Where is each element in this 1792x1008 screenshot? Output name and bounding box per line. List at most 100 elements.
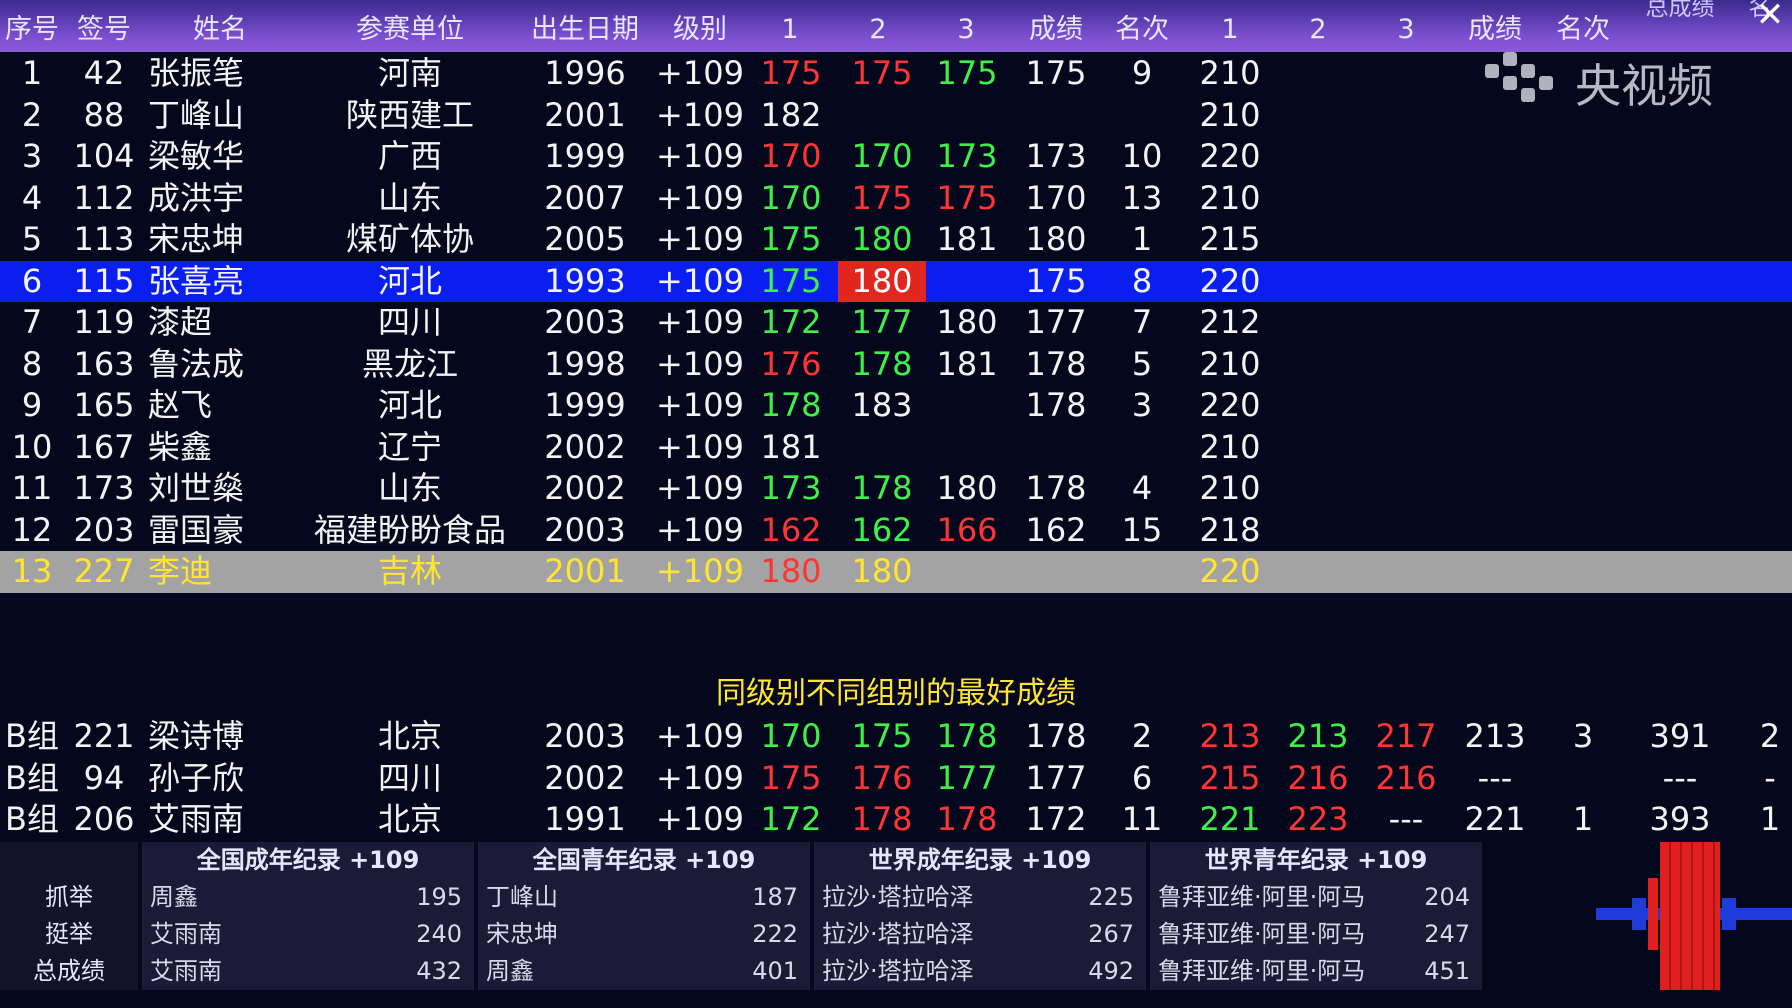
cell-cls: +109 bbox=[656, 344, 744, 383]
cell-c1: 210 bbox=[1199, 54, 1261, 92]
cell-s2: 178 bbox=[851, 469, 913, 507]
cell-rank: 13 bbox=[1121, 178, 1163, 217]
cell-s3 bbox=[926, 551, 1008, 593]
cell-s3 bbox=[926, 385, 1008, 427]
group-cell-cjrank bbox=[1540, 758, 1626, 800]
record-holder: 艾雨南 bbox=[150, 920, 222, 948]
table-row[interactable]: 9 165 赵飞 河北 1999 +109 178 183 178 3 220 bbox=[0, 385, 1792, 427]
group-cell-s3: 178 bbox=[936, 717, 998, 755]
group-cell-name: 梁诗博 bbox=[148, 717, 245, 755]
group-row[interactable]: B组 206 艾雨南 北京 1991 +109 172 178 178 172 11 221 223 --… bbox=[0, 799, 1792, 841]
group-cell-cj3: 217 bbox=[1375, 717, 1437, 755]
group-cell-unit: 北京 bbox=[377, 717, 442, 755]
cell-best: 178 bbox=[1025, 386, 1087, 424]
group-row[interactable]: B组 94 孙子欣 四川 2002 +109 175 176 177 177 6 215 216 216 -… bbox=[0, 758, 1792, 800]
group-cell-cj1: 221 bbox=[1199, 800, 1261, 838]
group-cell-cj1: 213 bbox=[1199, 717, 1261, 755]
record-value: 432 bbox=[416, 957, 462, 985]
cell-s1: 181 bbox=[760, 427, 822, 466]
cell-best: 180 bbox=[1025, 220, 1087, 258]
group-cell-grp: B组 bbox=[5, 800, 59, 838]
cell-s2 bbox=[838, 95, 926, 137]
cell-s2: 180 bbox=[851, 552, 913, 590]
record-row: 艾雨南 432 bbox=[142, 953, 474, 990]
cell-no: 2 bbox=[21, 95, 43, 134]
cell-birth: 1999 bbox=[544, 386, 626, 424]
group-cell-s3: 178 bbox=[936, 800, 998, 838]
table-row[interactable]: 8 163 鲁法成 黑龙江 1998 +109 176 178 181 178 5 210 bbox=[0, 344, 1792, 386]
cell-rank bbox=[1102, 427, 1182, 469]
cell-birth: 1993 bbox=[544, 261, 626, 300]
close-icon[interactable]: ✕ bbox=[1748, 0, 1792, 32]
record-label-total: 总成绩 bbox=[33, 957, 105, 985]
record-value: 247 bbox=[1424, 920, 1470, 948]
cell-unit: 陕西建工 bbox=[345, 95, 474, 134]
cell-s1: 182 bbox=[760, 95, 822, 134]
group-cell-s2: 176 bbox=[851, 758, 913, 797]
cell-unit: 河北 bbox=[377, 386, 442, 424]
group-cell-cjrank: 1 bbox=[1572, 800, 1594, 838]
cell-cls: +109 bbox=[656, 137, 744, 175]
table-row[interactable]: 11 173 刘世燊 山东 2002 +109 173 178 180 178 4 210 bbox=[0, 468, 1792, 510]
cell-draw: 163 bbox=[73, 344, 135, 383]
cell-rank bbox=[1102, 551, 1182, 593]
record-block: 世界青年纪录 +109 鲁拜亚维·阿里·阿马 204 鲁拜亚维·阿里·阿马 247 鲁拜亚… bbox=[1150, 842, 1482, 990]
table-row[interactable]: 12 203 雷国豪 福建盼盼食品 2003 +109 162 162 166 162 15 218 bbox=[0, 510, 1792, 552]
cell-best: 177 bbox=[1025, 303, 1087, 341]
cell-birth: 1996 bbox=[544, 54, 626, 92]
group-cell-cj2: 216 bbox=[1287, 758, 1349, 797]
table-row[interactable]: 5 113 宋忠坤 煤矿体协 2005 +109 175 180 181 180 1 215 bbox=[0, 219, 1792, 261]
cell-draw: 112 bbox=[73, 178, 135, 217]
table-row[interactable]: 4 112 成洪宇 山东 2007 +109 170 175 175 170 13 210 bbox=[0, 178, 1792, 220]
cell-cls: +109 bbox=[656, 261, 744, 300]
record-value: 187 bbox=[752, 883, 798, 911]
cell-birth: 2001 bbox=[544, 552, 626, 590]
cell-s3: 180 bbox=[936, 303, 998, 341]
cell-rank: 8 bbox=[1131, 261, 1153, 300]
cell-best: 175 bbox=[1025, 261, 1087, 300]
cell-birth: 2002 bbox=[544, 427, 626, 466]
table-row[interactable]: 7 119 漆超 四川 2003 +109 172 177 180 177 7 212 bbox=[0, 302, 1792, 344]
cell-c1: 220 bbox=[1199, 386, 1261, 424]
barbell-graphic bbox=[1500, 842, 1792, 990]
table-row[interactable]: 10 167 柴鑫 辽宁 2002 +109 181 210 bbox=[0, 427, 1792, 469]
group-cell-trank: - bbox=[1764, 758, 1776, 797]
cell-name: 张振笔 bbox=[148, 54, 245, 92]
record-row: 拉沙·塔拉哈泽 225 bbox=[814, 879, 1146, 916]
record-row: 周鑫 401 bbox=[478, 953, 810, 990]
col-header-no: 序号 bbox=[5, 14, 59, 45]
cell-name: 刘世燊 bbox=[148, 469, 245, 507]
cell-best bbox=[1014, 95, 1098, 137]
cell-birth: 2003 bbox=[544, 510, 626, 549]
group-cell-rank: 6 bbox=[1131, 758, 1153, 797]
cell-name: 宋忠坤 bbox=[148, 220, 245, 258]
cell-s3: 180 bbox=[936, 469, 998, 507]
record-value: 222 bbox=[752, 920, 798, 948]
cell-s1: 175 bbox=[760, 54, 822, 92]
table-row[interactable]: 1 42 张振笔 河南 1996 +109 175 175 175 175 9 210 bbox=[0, 53, 1792, 95]
group-cell-best: 177 bbox=[1025, 758, 1087, 797]
table-row[interactable]: 2 88 丁峰山 陕西建工 2001 +109 182 210 bbox=[0, 95, 1792, 137]
cell-rank: 3 bbox=[1131, 386, 1153, 424]
cell-draw: 167 bbox=[73, 427, 135, 466]
record-block-title: 世界成年纪录 +109 bbox=[868, 846, 1092, 874]
record-holder: 宋忠坤 bbox=[486, 920, 558, 948]
cell-s3: 173 bbox=[936, 137, 998, 175]
cell-s2: 175 bbox=[851, 54, 913, 92]
cell-best bbox=[1014, 427, 1098, 469]
cell-no: 1 bbox=[21, 54, 43, 92]
cell-draw: 173 bbox=[73, 469, 135, 507]
group-row[interactable]: B组 221 梁诗博 北京 2003 +109 170 175 178 178 2 213 213 217… bbox=[0, 716, 1792, 758]
cell-s3: 175 bbox=[936, 54, 998, 92]
cell-rank: 15 bbox=[1121, 510, 1163, 549]
col-header-snatch-1: 1 bbox=[781, 14, 799, 45]
table-row[interactable]: 6 115 张喜亮 河北 1993 +109 175 180 175 8 220 bbox=[0, 260, 1792, 302]
cell-c1: 210 bbox=[1199, 95, 1261, 134]
col-header-snatch-best: 成绩 bbox=[1029, 14, 1083, 45]
cell-rank: 10 bbox=[1121, 137, 1163, 175]
table-row[interactable]: 3 104 梁敏华 广西 1999 +109 170 170 173 173 10 220 bbox=[0, 136, 1792, 178]
group-cell-draw: 94 bbox=[83, 758, 125, 797]
table-row[interactable]: 13 227 李迪 吉林 2001 +109 180 180 220 bbox=[0, 551, 1792, 593]
record-row: 鲁拜亚维·阿里·阿马 451 bbox=[1150, 953, 1482, 990]
cell-name: 柴鑫 bbox=[148, 427, 213, 466]
